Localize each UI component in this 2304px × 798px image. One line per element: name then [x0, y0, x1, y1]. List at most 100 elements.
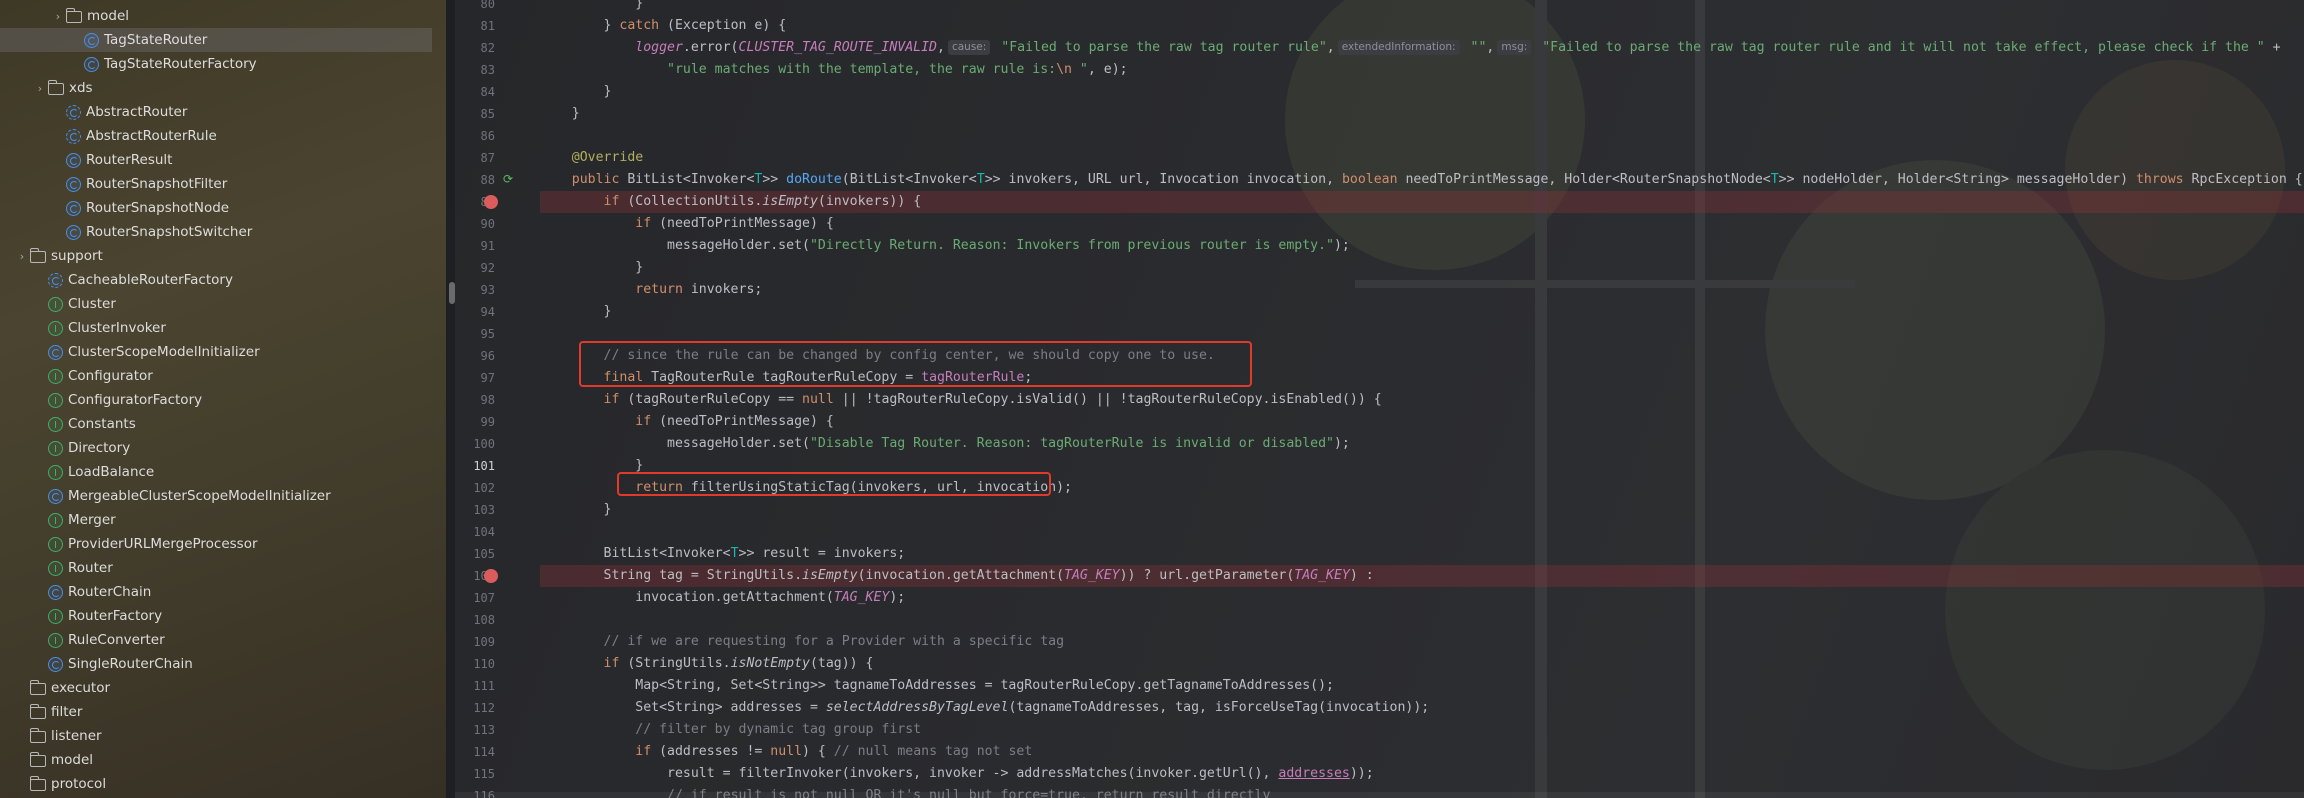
tree-item-xds[interactable]: › xds: [0, 76, 446, 100]
code-line[interactable]: messageHolder.set("Disable Tag Router. R…: [540, 433, 2304, 455]
code-line[interactable]: return invokers;: [540, 279, 2304, 301]
code-line[interactable]: result = filterInvoker(invokers, invoker…: [540, 763, 2304, 785]
code-line[interactable]: }: [540, 499, 2304, 521]
tree-item-clusterinvoker[interactable]: ClusterInvoker: [0, 316, 446, 340]
code-line[interactable]: String tag = StringUtils.isEmpty(invocat…: [540, 565, 2304, 587]
code-line[interactable]: Set<String> addresses = selectAddressByT…: [540, 697, 2304, 719]
code-line[interactable]: [540, 125, 2304, 147]
code-line[interactable]: if (addresses != null) { // null means t…: [540, 741, 2304, 763]
code-editor[interactable]: 808182838485868788⟳899091929394959697989…: [455, 0, 2304, 798]
tree-item-abstractrouterrule[interactable]: AbstractRouterRule: [0, 124, 446, 148]
code-line[interactable]: if (tagRouterRuleCopy == null || !tagRou…: [540, 389, 2304, 411]
tree-item-routerchain[interactable]: RouterChain: [0, 580, 446, 604]
tree-item-cluster[interactable]: Cluster: [0, 292, 446, 316]
folder-icon: [29, 751, 46, 767]
tree-item-routersnapshotswitcher[interactable]: RouterSnapshotSwitcher: [0, 220, 446, 244]
tree-item-listener[interactable]: listener: [0, 724, 446, 748]
code-line[interactable]: if (needToPrintMessage) {: [540, 213, 2304, 235]
expand-chevron-icon[interactable]: ›: [14, 250, 30, 263]
line-number: 85: [480, 107, 495, 121]
code-line[interactable]: } catch (Exception e) {: [540, 15, 2304, 37]
code-token: BitList<Invoker<: [619, 172, 755, 187]
tree-item-router[interactable]: Router: [0, 556, 446, 580]
code-line[interactable]: [540, 609, 2304, 631]
code-line[interactable]: @Override: [540, 147, 2304, 169]
code-line[interactable]: // filter by dynamic tag group first: [540, 719, 2304, 741]
breakpoint-icon[interactable]: [484, 195, 498, 209]
breakpoint-icon[interactable]: [484, 569, 498, 583]
interface-icon: [48, 296, 63, 312]
expand-chevron-icon[interactable]: ›: [50, 10, 66, 23]
tree-item-label: SingleRouterChain: [68, 656, 193, 672]
tree-item-cacheablerouterfactory[interactable]: CacheableRouterFactory: [0, 268, 446, 292]
tree-item-ruleconverter[interactable]: RuleConverter: [0, 628, 446, 652]
code-line[interactable]: }: [540, 0, 2304, 15]
code-line[interactable]: // if we are requesting for a Provider w…: [540, 631, 2304, 653]
tree-item-configuratorfactory[interactable]: ConfiguratorFactory: [0, 388, 446, 412]
tree-item-directory[interactable]: Directory: [0, 436, 446, 460]
code-token: TAG_KEY: [833, 590, 890, 605]
class-icon: [48, 488, 63, 504]
tree-item-routersnapshotnode[interactable]: RouterSnapshotNode: [0, 196, 446, 220]
code-token: addresses: [1278, 766, 1350, 781]
override-method-icon[interactable]: ⟳: [503, 172, 517, 186]
editor-horizontal-scrollbar[interactable]: [455, 792, 2304, 798]
code-line[interactable]: if (CollectionUtils.isEmpty(invokers)) {: [540, 191, 2304, 213]
tree-item-singlerouterchain[interactable]: SingleRouterChain: [0, 652, 446, 676]
folder-icon: [47, 79, 64, 95]
tree-item-routersnapshotfilter[interactable]: RouterSnapshotFilter: [0, 172, 446, 196]
code-line[interactable]: if (needToPrintMessage) {: [540, 411, 2304, 433]
code-line[interactable]: [540, 521, 2304, 543]
tree-item-label: model: [87, 8, 130, 24]
tree-item-model[interactable]: › model: [0, 4, 446, 28]
code-line[interactable]: BitList<Invoker<T>> result = invokers;: [540, 543, 2304, 565]
tree-item-label: TagStateRouterFactory: [104, 56, 257, 72]
tree-item-configurator[interactable]: Configurator: [0, 364, 446, 388]
code-token: isNotEmpty: [730, 656, 810, 671]
class-icon: [48, 656, 63, 672]
tree-item-clusterscopemodelinitializer[interactable]: ClusterScopeModelInitializer: [0, 340, 446, 364]
tree-item-model[interactable]: model: [0, 748, 446, 772]
tree-item-label: TagStateRouter: [104, 32, 208, 48]
tree-item-abstractrouter[interactable]: AbstractRouter: [0, 100, 446, 124]
tree-item-loadbalance[interactable]: LoadBalance: [0, 460, 446, 484]
tree-item-merger[interactable]: Merger: [0, 508, 446, 532]
code-line[interactable]: Map<String, Set<String>> tagnameToAddres…: [540, 675, 2304, 697]
code-token: )) ? url.getParameter(: [1119, 568, 1295, 583]
code-line[interactable]: }: [540, 81, 2304, 103]
code-line[interactable]: }: [540, 301, 2304, 323]
code-token: messageHolder.set(: [540, 238, 810, 253]
code-line[interactable]: }: [540, 103, 2304, 125]
code-line[interactable]: if (StringUtils.isNotEmpty(tag)) {: [540, 653, 2304, 675]
code-token: }: [540, 502, 612, 517]
tree-item-tagstaterouter[interactable]: TagStateRouter: [0, 28, 432, 52]
code-token: ) {: [802, 744, 834, 759]
tree-item-filter[interactable]: filter: [0, 700, 446, 724]
code-token: Set<String> addresses =: [540, 700, 826, 715]
parameter-hint: extendedInformation:: [1337, 40, 1460, 55]
code-token: // filter by dynamic tag group first: [635, 722, 922, 737]
code-line[interactable]: messageHolder.set("Directly Return. Reas…: [540, 235, 2304, 257]
code-line[interactable]: logger.error(CLUSTER_TAG_ROUTE_INVALID, c…: [540, 37, 2304, 59]
tree-item-support[interactable]: › support: [0, 244, 446, 268]
code-line[interactable]: public BitList<Invoker< T >> doRoute(BitLi…: [540, 169, 2304, 191]
tree-item-constants[interactable]: Constants: [0, 412, 446, 436]
tree-item-routerfactory[interactable]: RouterFactory: [0, 604, 446, 628]
code-line[interactable]: }: [540, 257, 2304, 279]
tree-item-tagstaterouterfactory[interactable]: TagStateRouterFactory: [0, 52, 446, 76]
tree-item-providerurlmergeprocessor[interactable]: ProviderURLMergeProcessor: [0, 532, 446, 556]
tree-item-routerresult[interactable]: RouterResult: [0, 148, 446, 172]
tree-item-protocol[interactable]: protocol: [0, 772, 446, 796]
tree-item-label: ConfiguratorFactory: [68, 392, 203, 408]
code-line[interactable]: "rule matches with the template, the raw…: [540, 59, 2304, 81]
tree-item-executor[interactable]: executor: [0, 676, 446, 700]
line-number: 84: [480, 85, 495, 99]
tree-item-label: CacheableRouterFactory: [68, 272, 233, 288]
expand-chevron-icon[interactable]: ›: [32, 82, 48, 95]
code-line[interactable]: invocation.getAttachment(TAG_KEY);: [540, 587, 2304, 609]
tree-item-label: RouterSnapshotFilter: [86, 176, 228, 192]
tree-item-mergeableclusterscopemodelinitializer[interactable]: MergeableClusterScopeModelInitializer: [0, 484, 446, 508]
code-token: (CollectionUtils.: [619, 194, 763, 209]
